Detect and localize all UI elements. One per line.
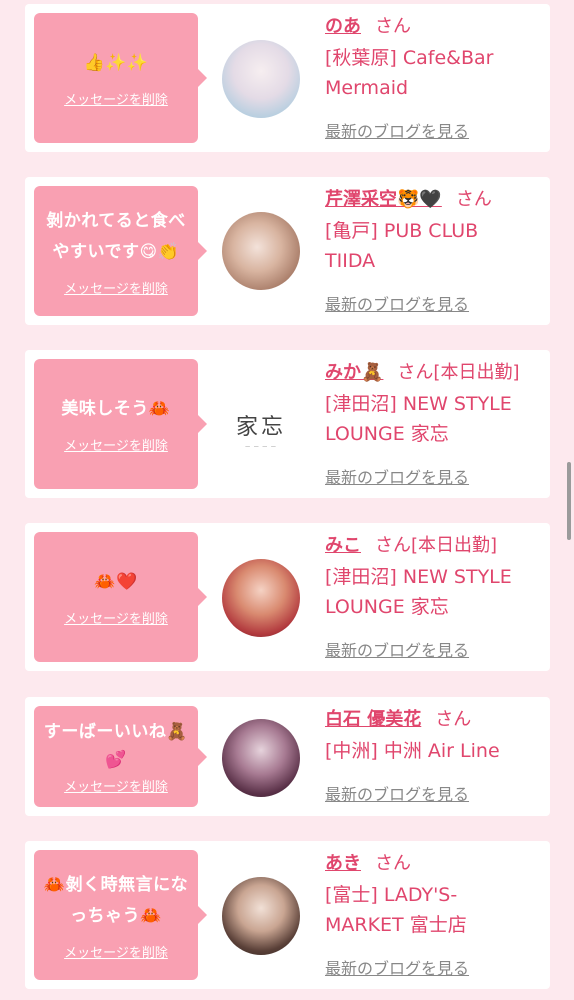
scrollbar[interactable]	[567, 462, 571, 540]
latest-blog-link[interactable]: 最新のブログを見る	[325, 637, 469, 661]
honorific: さん	[397, 362, 434, 383]
avatar[interactable]	[222, 40, 300, 118]
shop-logo-text: 家忘	[235, 414, 286, 440]
message-text: 👍✨✨	[83, 53, 149, 73]
delete-message-link[interactable]: メッセージを削除	[64, 608, 168, 627]
honorific: さん	[375, 535, 411, 556]
delete-message-link[interactable]: メッセージを削除	[64, 89, 168, 108]
avatar[interactable]	[222, 877, 300, 955]
message-card: すーばーいいね🧸 💕 メッセージを削除 白石 優美花 さん [中洲] 中洲 Air …	[25, 697, 550, 816]
message-text: 🦀❤️	[94, 572, 138, 592]
message-text: 美味しそう🦀	[61, 399, 171, 419]
shop-logo[interactable]: 家忘 — — — —	[222, 390, 300, 468]
cast-name-link[interactable]: のあ	[325, 16, 361, 37]
message-bubble: すーばーいいね🧸 💕 メッセージを削除	[34, 706, 207, 807]
shop-name: [亀戸] PUB CLUB TIIDA	[325, 220, 479, 272]
message-bubble: 👍✨✨ メッセージを削除	[34, 13, 207, 143]
honorific: さん	[435, 709, 472, 730]
message-text: 🦀剝く時無言にな っちゃう🦀	[43, 874, 189, 926]
status-label: [本日出勤]	[411, 535, 498, 556]
latest-blog-link[interactable]: 最新のブログを見る	[325, 955, 469, 979]
shop-logo-subline: — — — —	[245, 443, 277, 450]
latest-blog-link[interactable]: 最新のブログを見る	[325, 118, 469, 142]
latest-blog-link[interactable]: 最新のブログを見る	[325, 464, 469, 488]
latest-blog-link[interactable]: 最新のブログを見る	[325, 781, 469, 805]
message-bubble: 美味しそう🦀 メッセージを削除	[34, 359, 207, 489]
message-card: 👍✨✨ メッセージを削除 のあ さん [秋葉原] Cafe&Bar Mermaid …	[25, 4, 550, 152]
cast-name-link[interactable]: みこ	[325, 535, 361, 556]
shop-name: [秋葉原] Cafe&Bar Mermaid	[325, 47, 494, 99]
cast-name-link[interactable]: あき	[325, 853, 361, 874]
delete-message-link[interactable]: メッセージを削除	[64, 776, 168, 795]
message-card: 🦀剝く時無言にな っちゃう🦀 メッセージを削除 あき さん [富士] LADY'S-…	[25, 841, 550, 989]
shop-name: [中洲] 中洲 Air Line	[325, 740, 500, 762]
delete-message-link[interactable]: メッセージを削除	[64, 435, 168, 454]
cast-name-link[interactable]: 白石 優美花	[325, 709, 421, 730]
delete-message-link[interactable]: メッセージを削除	[64, 278, 168, 297]
message-card: 剝かれてると食べ やすいです😋👏 メッセージを削除 芹澤采空🐯🖤 さん [亀戸] P…	[25, 177, 550, 325]
delete-message-link[interactable]: メッセージを削除	[64, 942, 168, 961]
shop-name: [富士] LADY'S- MARKET 富士店	[325, 884, 467, 936]
honorific: さん	[455, 189, 492, 210]
message-card: 美味しそう🦀 メッセージを削除 家忘 — — — — みか🧸 さん[本日出勤] […	[25, 350, 550, 498]
honorific: さん	[375, 16, 411, 37]
message-card: 🦀❤️ メッセージを削除 みこ さん[本日出勤] [津田沼] NEW STYLE L…	[25, 523, 550, 671]
avatar[interactable]	[222, 719, 300, 797]
honorific: さん	[375, 853, 411, 874]
message-text: すーばーいいね🧸 💕	[43, 722, 189, 770]
message-bubble: 🦀❤️ メッセージを削除	[34, 532, 207, 662]
message-bubble: 剝かれてると食べ やすいです😋👏 メッセージを削除	[34, 186, 207, 316]
avatar[interactable]	[222, 559, 300, 637]
message-bubble: 🦀剝く時無言にな っちゃう🦀 メッセージを削除	[34, 850, 207, 980]
shop-name: [津田沼] NEW STYLE LOUNGE 家忘	[325, 393, 512, 445]
latest-blog-link[interactable]: 最新のブログを見る	[325, 291, 469, 315]
avatar[interactable]	[222, 212, 300, 290]
shop-name: [津田沼] NEW STYLE LOUNGE 家忘	[325, 566, 512, 618]
cast-name-link[interactable]: みか🧸	[325, 362, 383, 383]
cast-name-link[interactable]: 芹澤采空🐯🖤	[325, 189, 442, 210]
status-label: [本日出勤]	[433, 362, 520, 383]
message-text: 剝かれてると食べ やすいです😋👏	[46, 210, 186, 262]
